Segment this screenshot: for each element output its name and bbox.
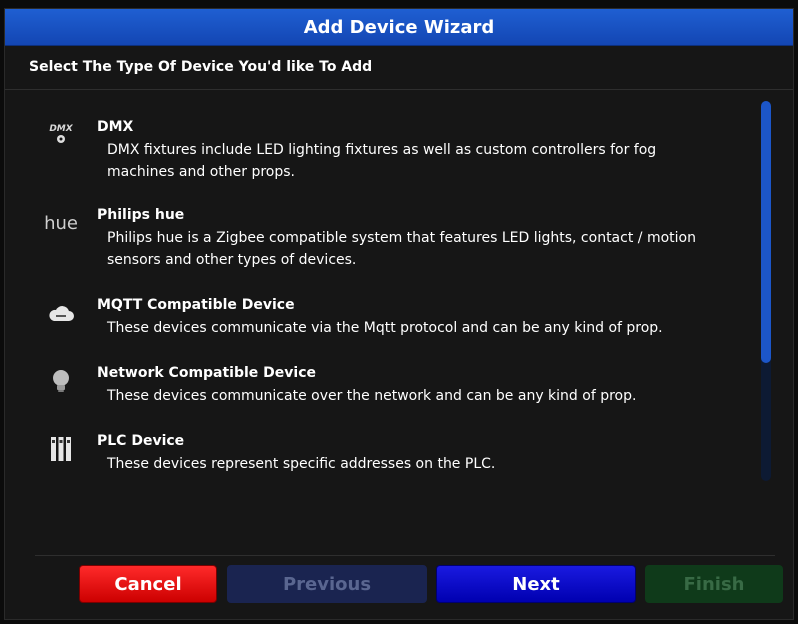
dmx-icon-label: DMX <box>49 123 73 134</box>
hue-icon: hue <box>44 209 78 237</box>
device-type-description: These devices communicate over the netwo… <box>107 388 637 404</box>
hue-icon-label: hue <box>44 212 78 234</box>
scrollbar-thumb[interactable] <box>761 101 771 363</box>
device-type-name: Network Compatible Device <box>97 365 317 381</box>
plc-icon <box>45 435 77 463</box>
cloud-icon <box>45 299 77 327</box>
device-type-name: MQTT Compatible Device <box>97 297 295 313</box>
device-type-description: These devices communicate via the Mqtt p… <box>107 320 663 336</box>
window-title: Add Device Wizard <box>5 9 793 46</box>
divider <box>5 89 793 90</box>
scrollbar[interactable] <box>761 101 771 481</box>
dmx-icon: DMX <box>45 121 77 149</box>
device-type-description: DMX fixtures include LED lighting fixtur… <box>107 142 657 180</box>
divider <box>35 555 775 556</box>
wizard-prompt: Select The Type Of Device You'd like To … <box>29 59 373 75</box>
cancel-button[interactable]: Cancel <box>79 565 217 603</box>
device-type-list: DMX DMX DMX fixtures include LED lightin… <box>5 99 765 489</box>
device-type-name: Philips hue <box>97 207 185 223</box>
device-type-name: DMX <box>97 119 134 135</box>
finish-button[interactable]: Finish <box>645 565 783 603</box>
next-button[interactable]: Next <box>436 565 636 603</box>
add-device-wizard-dialog: Add Device Wizard Select The Type Of Dev… <box>4 8 794 620</box>
device-type-description: Philips hue is a Zigbee compatible syste… <box>107 230 696 268</box>
lightbulb-icon <box>45 367 77 395</box>
device-type-name: PLC Device <box>97 433 185 449</box>
previous-button[interactable]: Previous <box>227 565 427 603</box>
device-type-description: These devices represent specific address… <box>107 456 496 472</box>
